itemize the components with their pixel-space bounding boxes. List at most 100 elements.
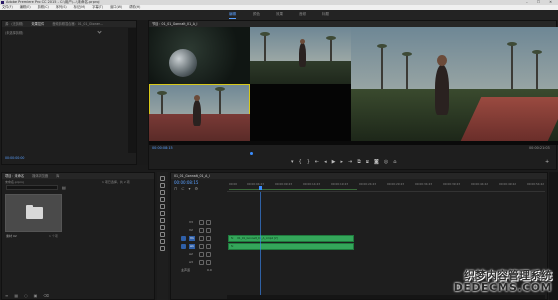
track-select-tool-icon[interactable] bbox=[160, 183, 165, 188]
track-header-v2: V2 bbox=[171, 227, 227, 234]
tab-audio-mixer[interactable]: 音频剪辑混合器：01_01_Gtoner... bbox=[52, 22, 103, 26]
go-to-in-icon[interactable]: ⇤ bbox=[315, 159, 324, 165]
step-forward-icon[interactable]: ▸ bbox=[340, 159, 348, 165]
zoom-tool-icon[interactable] bbox=[160, 246, 165, 251]
video-main-runner bbox=[351, 27, 558, 141]
lock-icon[interactable] bbox=[199, 252, 204, 257]
tab-source[interactable]: 源：(无剪辑) bbox=[5, 22, 23, 26]
timeline-timecode[interactable]: 00:00:08:15 bbox=[174, 180, 198, 185]
source-patch-v1[interactable] bbox=[181, 236, 186, 241]
go-to-out-icon[interactable]: ⇥ bbox=[348, 159, 357, 165]
rate-stretch-tool-icon[interactable] bbox=[160, 204, 165, 209]
tab-project[interactable]: 项目：未命名 bbox=[5, 174, 24, 178]
slide-tool-icon[interactable] bbox=[160, 225, 165, 230]
menu-title[interactable]: 字幕(T) bbox=[92, 5, 103, 9]
menu-sequence[interactable]: 序列(S) bbox=[56, 5, 67, 9]
timeline-scrollbar[interactable] bbox=[227, 295, 545, 299]
source-patch-a1[interactable] bbox=[181, 244, 186, 249]
bin-thumbnail[interactable] bbox=[5, 194, 62, 232]
bin-name[interactable]: 素材 02 bbox=[6, 234, 17, 238]
marker-icon[interactable]: ▾ bbox=[291, 159, 299, 165]
selection-tool-icon[interactable] bbox=[160, 176, 165, 181]
effect-controls-scrollbar[interactable] bbox=[128, 28, 136, 153]
rolling-edit-tool-icon[interactable] bbox=[160, 197, 165, 202]
program-timecode[interactable]: 00:00:08:15 bbox=[152, 146, 173, 150]
project-search-input[interactable] bbox=[6, 185, 58, 190]
zoom-slider-icon[interactable]: ○ bbox=[24, 293, 34, 298]
tab-sequence[interactable]: 01_01_GonnaIt_01_A_l bbox=[174, 174, 210, 178]
workspace-tab-titles[interactable]: 标题 bbox=[322, 12, 329, 17]
icon-view-icon[interactable]: ▦ bbox=[14, 293, 24, 298]
multicam-icon[interactable]: ◎ bbox=[384, 159, 393, 165]
workspace-bar: 编辑 颜色 效果 音频 标题 bbox=[0, 10, 558, 20]
list-view-icon[interactable]: ≡ bbox=[5, 293, 14, 298]
chevron-icon[interactable] bbox=[97, 29, 102, 34]
program-monitor: 节目：01_01_GonnaIt_01_A_l 00:00:08:15 00:0… bbox=[148, 20, 558, 170]
program-playhead[interactable] bbox=[250, 152, 253, 155]
ruler-label: 00:00:24:23 bbox=[359, 182, 377, 186]
work-area-bar[interactable] bbox=[229, 189, 357, 190]
step-back-icon[interactable]: ◂ bbox=[324, 159, 332, 165]
workspace-tab-edit[interactable]: 编辑 bbox=[229, 12, 236, 19]
add-button-icon[interactable]: + bbox=[545, 159, 549, 165]
menu-file[interactable]: 文件(F) bbox=[2, 5, 13, 9]
ruler-label: 00:00:49:22 bbox=[499, 182, 517, 186]
out-point-icon[interactable]: } bbox=[307, 159, 315, 165]
lock-icon[interactable] bbox=[199, 260, 204, 265]
trash-icon[interactable]: ⌫ bbox=[43, 293, 55, 298]
video-tile-ball bbox=[149, 27, 250, 84]
camera-icon[interactable]: ◙ bbox=[374, 159, 384, 165]
new-item-icon[interactable]: ▣ bbox=[34, 293, 44, 298]
pen-tool-icon[interactable] bbox=[160, 232, 165, 237]
mute-icon[interactable] bbox=[206, 260, 211, 265]
mute-icon[interactable] bbox=[206, 244, 211, 249]
menu-window[interactable]: 窗口(W) bbox=[110, 5, 122, 9]
in-point-icon[interactable]: { bbox=[299, 159, 307, 165]
video-tile-runner-selected[interactable] bbox=[149, 84, 250, 141]
track-label[interactable]: A1 bbox=[189, 244, 195, 249]
menu-marker[interactable]: 标记(M) bbox=[74, 5, 86, 9]
workspace-tab-color[interactable]: 颜色 bbox=[253, 12, 260, 17]
tab-media-browser[interactable]: 媒体浏览器 bbox=[32, 174, 48, 178]
workspace-tab-audio[interactable]: 音频 bbox=[299, 12, 306, 17]
program-frame[interactable] bbox=[149, 27, 558, 145]
tab-program[interactable]: 节目：01_01_GonnaIt_01_A_l bbox=[152, 22, 197, 26]
no-clip-label: (未选择剪辑) bbox=[5, 31, 24, 35]
lock-icon[interactable] bbox=[199, 244, 204, 249]
master-volume[interactable]: 0.0 bbox=[207, 267, 212, 274]
overwrite-icon[interactable]: ⧈ bbox=[366, 159, 374, 165]
track-header-v3: V3 bbox=[171, 219, 227, 226]
effect-controls-panel: 源：(无剪辑) 效果控件 音频剪辑混合器：01_01_Gtoner... (未选… bbox=[1, 20, 137, 165]
video-clip[interactable]: fx 01_01_GonnaIt_01_A_l.mp4 [V] bbox=[228, 235, 354, 242]
eye-icon[interactable] bbox=[206, 236, 211, 241]
workspace-tab-effects[interactable]: 效果 bbox=[276, 12, 283, 17]
project-panel: 项目：未命名 媒体浏览器 库 未命名.prproj 1 项已选择，共 2 项 ▤… bbox=[1, 172, 155, 300]
eye-icon[interactable] bbox=[206, 228, 211, 233]
window-title: Adobe Premiere Pro CC 2015 - C:\用户\...\未… bbox=[6, 0, 100, 4]
timeline-playhead-handle[interactable] bbox=[259, 186, 262, 190]
ruler-label: 00:00:54:22 bbox=[527, 182, 545, 186]
eye-icon[interactable] bbox=[206, 220, 211, 225]
lock-icon[interactable] bbox=[199, 236, 204, 241]
slip-tool-icon[interactable] bbox=[160, 218, 165, 223]
lock-icon[interactable] bbox=[199, 220, 204, 225]
soccer-ball bbox=[169, 49, 197, 77]
tab-effect-controls[interactable]: 效果控件 bbox=[31, 22, 44, 26]
new-bin-icon[interactable]: ▤ bbox=[62, 185, 66, 190]
mute-icon[interactable] bbox=[206, 252, 211, 257]
ripple-edit-tool-icon[interactable] bbox=[160, 190, 165, 195]
razor-tool-icon[interactable] bbox=[160, 211, 165, 216]
menu-clip[interactable]: 剪辑(C) bbox=[38, 5, 49, 9]
track-label[interactable]: V1 bbox=[189, 236, 195, 241]
tab-library[interactable]: 库 bbox=[56, 174, 59, 178]
timeline-ruler[interactable]: 00:00 00:00:04:23 00:00:09:23 00:00:14:2… bbox=[227, 180, 545, 192]
lock-icon[interactable] bbox=[199, 228, 204, 233]
effect-controls-timecode[interactable]: 00:00:00:00 bbox=[5, 156, 24, 160]
audio-clip[interactable]: fx bbox=[228, 243, 354, 250]
vr-icon[interactable]: ⌂ bbox=[393, 159, 401, 165]
settings-icon[interactable]: ⚙ bbox=[195, 186, 203, 191]
menu-edit[interactable]: 编辑(E) bbox=[20, 5, 31, 9]
hand-tool-icon[interactable] bbox=[160, 239, 165, 244]
menu-help[interactable]: 帮助(H) bbox=[129, 5, 140, 9]
insert-icon[interactable]: ⧉ bbox=[357, 159, 366, 165]
